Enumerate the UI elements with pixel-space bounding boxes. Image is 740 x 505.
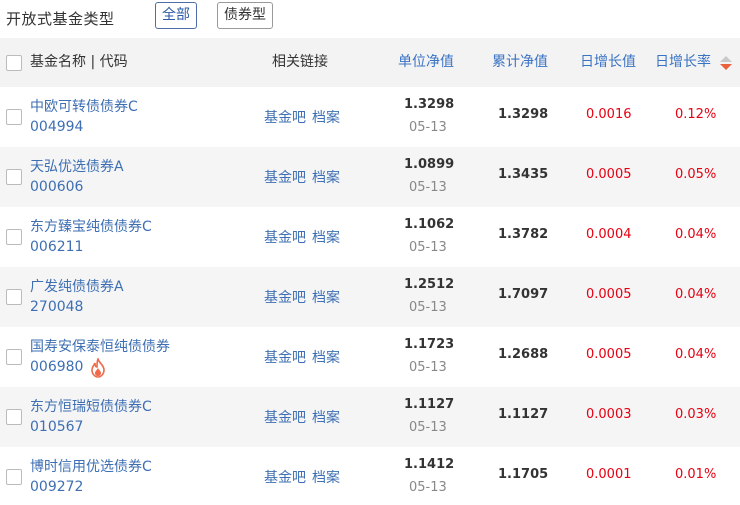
nav-date: 05-13	[409, 480, 447, 495]
column-header-unit-nav[interactable]: 单位净值	[398, 38, 454, 87]
daily-value: 0.0005	[586, 347, 632, 362]
daily-rate: 0.04%	[675, 227, 717, 242]
row-checkbox[interactable]	[6, 409, 22, 425]
table-row: 广发纯债债券A 270048 基金吧 档案 1.2512 05-13 1.709…	[0, 267, 740, 327]
select-all-checkbox[interactable]	[6, 55, 22, 71]
unit-nav-value: 1.1062	[404, 217, 455, 232]
fund-bar-link[interactable]: 基金吧	[264, 227, 306, 247]
fund-name-link[interactable]: 国寿安保泰恒纯债债券	[30, 336, 170, 356]
unit-nav-value: 1.1127	[404, 397, 455, 412]
row-checkbox[interactable]	[6, 469, 22, 485]
filter-bond-button[interactable]: 债券型	[217, 2, 273, 29]
nav-date: 05-13	[409, 360, 447, 375]
daily-value: 0.0003	[586, 407, 632, 422]
table-row: 国寿安保泰恒纯债债券 006980 基金吧 档案 1.1723 05-13 1.…	[0, 327, 740, 387]
acc-nav-value: 1.3298	[498, 107, 549, 122]
fund-bar-link[interactable]: 基金吧	[264, 167, 306, 187]
unit-nav-value: 1.0899	[404, 157, 455, 172]
page-title: 开放式基金类型	[6, 10, 115, 28]
fund-archive-link[interactable]: 档案	[312, 407, 340, 427]
fund-name-link[interactable]: 东方臻宝纯债债券C	[30, 216, 152, 236]
column-header-daily-rate[interactable]: 日增长率	[655, 38, 711, 87]
nav-date: 05-13	[409, 420, 447, 435]
nav-date: 05-13	[409, 120, 447, 135]
daily-value: 0.0016	[586, 107, 632, 122]
nav-date: 05-13	[409, 300, 447, 315]
row-checkbox[interactable]	[6, 289, 22, 305]
fund-bar-link[interactable]: 基金吧	[264, 407, 306, 427]
daily-rate: 0.03%	[675, 407, 717, 422]
fund-archive-link[interactable]: 档案	[312, 347, 340, 367]
unit-nav-value: 1.2512	[404, 277, 455, 292]
column-header-daily-value[interactable]: 日增长值	[580, 38, 636, 87]
fund-code-link[interactable]: 006211	[30, 239, 83, 255]
fund-table: 基金名称 | 代码 相关链接 单位净值 累计净值 日增长值 日增长率 中欧可转债…	[0, 38, 740, 505]
fund-bar-link[interactable]: 基金吧	[264, 107, 306, 127]
fund-name-link[interactable]: 天弘优选债券A	[30, 156, 124, 176]
fund-archive-link[interactable]: 档案	[312, 287, 340, 307]
fund-code-link[interactable]: 000606	[30, 179, 83, 195]
fund-bar-link[interactable]: 基金吧	[264, 287, 306, 307]
fund-archive-link[interactable]: 档案	[312, 107, 340, 127]
daily-value: 0.0001	[586, 467, 632, 482]
column-header-acc-nav[interactable]: 累计净值	[492, 38, 548, 87]
fund-name-link[interactable]: 博时信用优选债券C	[30, 456, 152, 476]
fund-name-link[interactable]: 东方恒瑞短债债券C	[30, 396, 152, 416]
top-bar: 开放式基金类型 全部 债券型	[0, 0, 740, 38]
unit-nav-value: 1.1412	[404, 457, 455, 472]
row-checkbox[interactable]	[6, 109, 22, 125]
row-checkbox[interactable]	[6, 229, 22, 245]
daily-value: 0.0004	[586, 227, 632, 242]
unit-nav-value: 1.1723	[404, 337, 455, 352]
fund-bar-link[interactable]: 基金吧	[264, 347, 306, 367]
acc-nav-value: 1.2688	[498, 347, 549, 362]
daily-rate: 0.05%	[675, 167, 717, 182]
fund-archive-link[interactable]: 档案	[312, 467, 340, 487]
fund-code-link[interactable]: 010567	[30, 419, 83, 435]
acc-nav-value: 1.1705	[498, 467, 549, 482]
fund-code-link[interactable]: 004994	[30, 119, 83, 135]
table-row: 中欧可转债债券C 004994 基金吧 档案 1.3298 05-13 1.32…	[0, 87, 740, 147]
daily-rate: 0.01%	[675, 467, 717, 482]
acc-nav-value: 1.3435	[498, 167, 549, 182]
table-body: 中欧可转债债券C 004994 基金吧 档案 1.3298 05-13 1.32…	[0, 87, 740, 505]
hot-fire-icon	[91, 358, 105, 378]
fund-archive-link[interactable]: 档案	[312, 167, 340, 187]
sort-desc-icon[interactable]	[719, 55, 733, 71]
table-header: 基金名称 | 代码 相关链接 单位净值 累计净值 日增长值 日增长率	[0, 38, 740, 87]
acc-nav-value: 1.3782	[498, 227, 549, 242]
row-checkbox[interactable]	[6, 349, 22, 365]
daily-value: 0.0005	[586, 167, 632, 182]
table-row: 天弘优选债券A 000606 基金吧 档案 1.0899 05-13 1.343…	[0, 147, 740, 207]
unit-nav-value: 1.3298	[404, 97, 455, 112]
filter-all-button[interactable]: 全部	[155, 2, 197, 29]
daily-value: 0.0005	[586, 287, 632, 302]
daily-rate: 0.04%	[675, 287, 717, 302]
table-row: 东方恒瑞短债债券C 010567 基金吧 档案 1.1127 05-13 1.1…	[0, 387, 740, 447]
column-header-links: 相关链接	[272, 54, 328, 70]
fund-bar-link[interactable]: 基金吧	[264, 467, 306, 487]
nav-date: 05-13	[409, 240, 447, 255]
fund-code-link[interactable]: 006980	[30, 359, 83, 375]
nav-date: 05-13	[409, 180, 447, 195]
fund-name-link[interactable]: 中欧可转债债券C	[30, 96, 138, 116]
acc-nav-value: 1.7097	[498, 287, 549, 302]
fund-name-link[interactable]: 广发纯债债券A	[30, 276, 124, 296]
acc-nav-value: 1.1127	[498, 407, 549, 422]
column-header-name: 基金名称 | 代码	[30, 54, 128, 70]
fund-code-link[interactable]: 270048	[30, 299, 83, 315]
fund-archive-link[interactable]: 档案	[312, 227, 340, 247]
daily-rate: 0.04%	[675, 347, 717, 362]
row-checkbox[interactable]	[6, 169, 22, 185]
table-row: 博时信用优选债券C 009272 基金吧 档案 1.1412 05-13 1.1…	[0, 447, 740, 505]
fund-code-link[interactable]: 009272	[30, 479, 83, 495]
daily-rate: 0.12%	[675, 107, 717, 122]
table-row: 东方臻宝纯债债券C 006211 基金吧 档案 1.1062 05-13 1.3…	[0, 207, 740, 267]
